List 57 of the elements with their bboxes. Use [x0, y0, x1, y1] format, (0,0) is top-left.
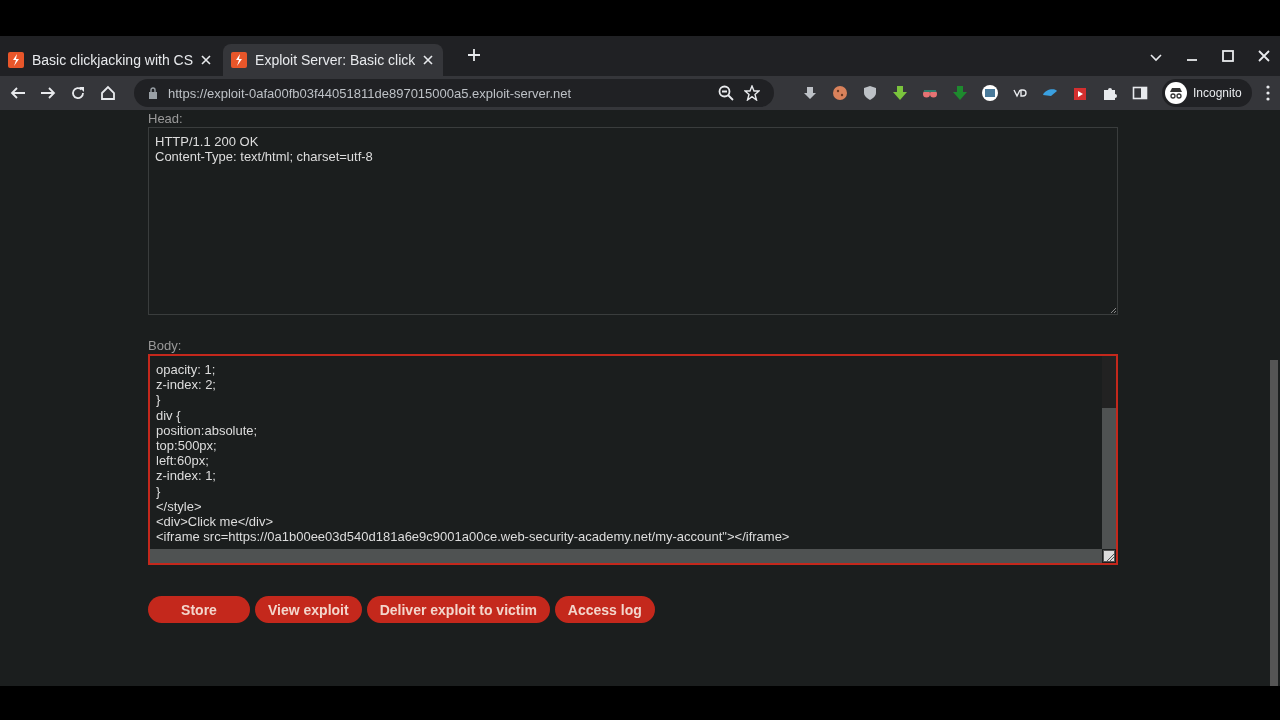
incognito-icon [1165, 82, 1187, 104]
chevron-down-icon[interactable] [1150, 54, 1162, 62]
profile-button[interactable]: Incognito [1162, 79, 1252, 107]
maximize-icon[interactable] [1222, 50, 1234, 62]
browser-tab[interactable]: Basic clickjacking with CS [0, 44, 222, 76]
code-line: } [156, 483, 162, 499]
code-line: Content-Type: text/html; charset=utf-8 [155, 149, 374, 165]
home-icon[interactable] [100, 85, 116, 101]
action-button[interactable]: Deliver exploit to victim [366, 596, 550, 623]
lightning-logo-icon [8, 52, 24, 68]
code-line: </style> [156, 498, 203, 514]
resize-handle-icon [1110, 307, 1116, 313]
back-icon[interactable] [10, 85, 26, 101]
code-line: div { [156, 407, 182, 423]
code-line: HTTP/1.1 200 OK [155, 134, 260, 150]
lock-icon [148, 87, 158, 99]
lightning-logo-icon [231, 52, 248, 68]
scrollbar-thumb[interactable] [150, 549, 1102, 563]
action-button[interactable]: View exploit [255, 596, 362, 623]
code-line: } [156, 392, 162, 408]
action-button[interactable]: Access log [554, 596, 655, 623]
code-line: <iframe src=https://0a1b00ee03d540d181a6e9c9001a00ce.web-security-academy.net/my-account"></iframe> [156, 529, 791, 545]
star-icon[interactable] [744, 85, 760, 101]
scrollbar-thumb[interactable] [1270, 360, 1278, 686]
code-line: z-index: 2; [156, 377, 217, 393]
download-arrow-icon[interactable] [802, 85, 818, 101]
puzzle-icon[interactable] [1102, 85, 1118, 101]
field-label: Head: [148, 110, 184, 127]
code-line: position:absolute; [156, 422, 259, 438]
field-label: Body: [148, 337, 183, 354]
cookie-icon[interactable] [832, 85, 848, 101]
code-line: top:500px; [156, 437, 217, 454]
action-button[interactable]: Store [148, 596, 250, 623]
close-icon[interactable] [201, 55, 212, 65]
shield-icon[interactable] [862, 85, 878, 101]
zoom-out-icon[interactable] [718, 85, 734, 101]
text-area[interactable] [148, 354, 1118, 565]
forward-icon[interactable] [40, 85, 56, 101]
side-panel-icon[interactable] [1132, 85, 1148, 101]
resize-handle-icon [1103, 550, 1115, 562]
close-icon[interactable] [1258, 50, 1270, 62]
close-icon[interactable] [423, 55, 434, 65]
code-line: z-index: 1; [156, 468, 217, 484]
code-line: left:60px; [156, 453, 210, 469]
scrollbar-thumb[interactable] [1102, 408, 1116, 549]
code-line: opacity: 1; [156, 362, 217, 378]
address-bar[interactable]: https://exploit-0afa00fb03f44051811de897015000a5.exploit-server.net [134, 79, 774, 107]
reload-icon[interactable] [70, 85, 86, 101]
download-arrow-icon[interactable] [892, 85, 908, 101]
code-line: <div>Click me</div> [156, 513, 275, 530]
browser-tab[interactable]: Exploit Server: Basic click [223, 44, 444, 76]
download-arrow-icon[interactable] [952, 85, 968, 101]
new-tab-icon[interactable] [467, 48, 482, 62]
video-icon[interactable] [982, 85, 998, 101]
more-icon[interactable] [1265, 85, 1270, 101]
text-area[interactable]: HTTP/1.1 200 OK Content-Type: text/html; charset=utf-8 [148, 127, 1118, 315]
media-icon[interactable] [1072, 85, 1088, 101]
